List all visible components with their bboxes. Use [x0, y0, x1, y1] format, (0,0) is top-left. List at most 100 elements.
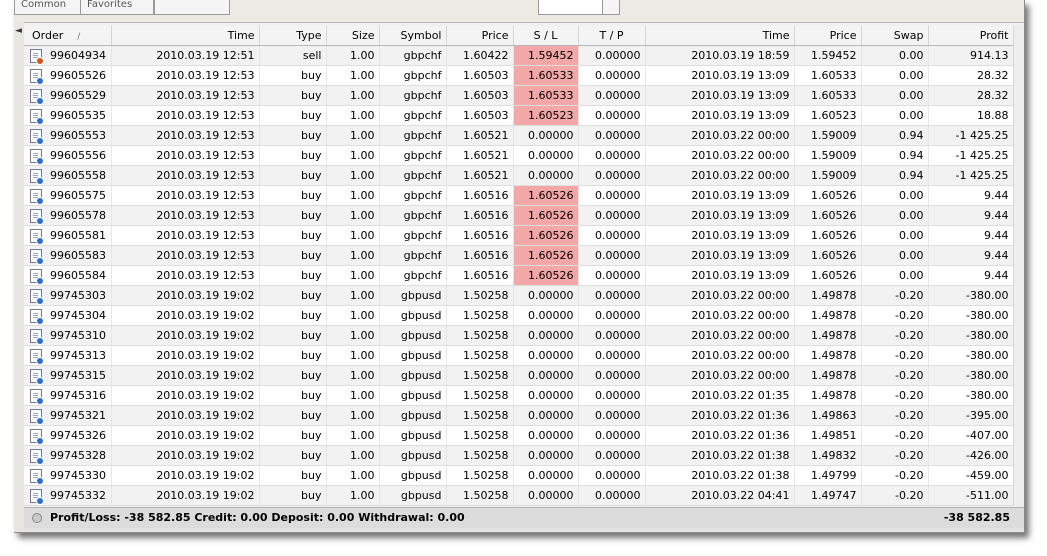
- header-col-symbol[interactable]: Symbol: [379, 26, 447, 46]
- vertical-scrollbar[interactable]: [1013, 26, 1024, 506]
- header-col-size[interactable]: Size: [326, 26, 380, 46]
- header-col-open-time[interactable]: Time: [111, 26, 260, 46]
- tab-common[interactable]: Common: [14, 0, 82, 15]
- header-col-sl[interactable]: S / L: [513, 26, 579, 46]
- table-row[interactable]: 99605558 2010.03.19 12:53 buy 1.00 gbpchf 1.6…: [24, 165, 1014, 186]
- cell-swap: -0.20: [861, 285, 929, 306]
- cell-size: 1.00: [326, 185, 380, 206]
- table-row[interactable]: 99745330 2010.03.19 19:02 buy 1.00 gbpusd 1.5…: [24, 465, 1014, 486]
- table-row[interactable]: 99745313 2010.03.19 19:02 buy 1.00 gbpusd 1.5…: [24, 345, 1014, 366]
- cell-swap: 0.94: [861, 125, 929, 146]
- horizontal-scrollbar[interactable]: [24, 528, 1024, 532]
- table-row[interactable]: 99604934 2010.03.19 12:51 sell 1.00 gbpchf 1.…: [24, 45, 1014, 66]
- cell-sl: 0.00000: [513, 365, 579, 386]
- table-row[interactable]: 99605575 2010.03.19 12:53 buy 1.00 gbpchf 1.6…: [24, 185, 1014, 206]
- table-row[interactable]: 99605535 2010.03.19 12:53 buy 1.00 gbpchf 1.6…: [24, 105, 1014, 126]
- order-number: 99605583: [50, 248, 106, 262]
- table-row[interactable]: 99605581 2010.03.19 12:53 buy 1.00 gbpchf 1.6…: [24, 225, 1014, 246]
- table-row[interactable]: 99745315 2010.03.19 19:02 buy 1.00 gbpusd 1.5…: [24, 365, 1014, 386]
- status-summary: Profit/Loss: -38 582.85 Credit: 0.00 Dep…: [50, 511, 465, 524]
- cell-type: buy: [259, 65, 327, 86]
- header-col-type[interactable]: Type: [259, 26, 327, 46]
- cell-close-price: 1.60533: [794, 85, 862, 106]
- cell-open-time: 2010.03.19 12:53: [111, 265, 260, 286]
- tab-favorites[interactable]: Favorites: [80, 0, 154, 15]
- cell-order: 99605575: [24, 185, 112, 206]
- cell-open-price: 1.60516: [446, 245, 514, 266]
- cell-profit: -1 425.25: [928, 145, 1014, 166]
- cell-close-price: 1.60533: [794, 65, 862, 86]
- table-row[interactable]: 99745303 2010.03.19 19:02 buy 1.00 gbpusd 1.5…: [24, 285, 1014, 306]
- cell-sl: 0.00000: [513, 125, 579, 146]
- cell-close-price: 1.49878: [794, 285, 862, 306]
- header-col-swap[interactable]: Swap: [861, 26, 929, 46]
- cell-size: 1.00: [326, 65, 380, 86]
- cell-open-time: 2010.03.19 19:02: [111, 445, 260, 466]
- document-icon: [30, 188, 44, 205]
- cell-sl: 1.60526: [513, 185, 579, 206]
- cell-symbol: gbpusd: [379, 445, 447, 466]
- table-row[interactable]: 99605583 2010.03.19 12:53 buy 1.00 gbpchf 1.6…: [24, 245, 1014, 266]
- cell-symbol: gbpchf: [379, 265, 447, 286]
- cell-symbol: gbpchf: [379, 85, 447, 106]
- cell-size: 1.00: [326, 485, 380, 506]
- table-row[interactable]: 99745321 2010.03.19 19:02 buy 1.00 gbpusd 1.5…: [24, 405, 1014, 426]
- cell-type: buy: [259, 205, 327, 226]
- cell-swap: 0.00: [861, 45, 929, 66]
- cell-tp: 0.00000: [578, 245, 646, 266]
- cell-profit: 28.32: [928, 85, 1014, 106]
- cell-profit: -380.00: [928, 285, 1014, 306]
- cell-sl: 1.60523: [513, 105, 579, 126]
- cell-open-price: 1.50258: [446, 465, 514, 486]
- header-col-close-time[interactable]: Time: [645, 26, 795, 46]
- table-row[interactable]: 99745326 2010.03.19 19:02 buy 1.00 gbpusd 1.5…: [24, 425, 1014, 446]
- cell-sl: 1.60526: [513, 265, 579, 286]
- cell-open-time: 2010.03.19 12:53: [111, 245, 260, 266]
- table-row[interactable]: 99745310 2010.03.19 19:02 buy 1.00 gbpusd 1.5…: [24, 325, 1014, 346]
- cell-close-price: 1.49878: [794, 365, 862, 386]
- cell-type: sell: [259, 45, 327, 66]
- table-row[interactable]: 99605553 2010.03.19 12:53 buy 1.00 gbpchf 1.6…: [24, 125, 1014, 146]
- cell-open-time: 2010.03.19 19:02: [111, 345, 260, 366]
- table-row[interactable]: 99745332 2010.03.19 19:02 buy 1.00 gbpusd 1.5…: [24, 485, 1014, 506]
- cell-open-price: 1.50258: [446, 445, 514, 466]
- table-row[interactable]: 99605584 2010.03.19 12:53 buy 1.00 gbpchf 1.6…: [24, 265, 1014, 286]
- cell-close-time: 2010.03.19 13:09: [645, 65, 795, 86]
- table-row[interactable]: 99745316 2010.03.19 19:02 buy 1.00 gbpusd 1.5…: [24, 385, 1014, 406]
- cell-profit: 9.44: [928, 205, 1014, 226]
- table-row[interactable]: 99745304 2010.03.19 19:02 buy 1.00 gbpusd 1.5…: [24, 305, 1014, 326]
- cell-type: buy: [259, 225, 327, 246]
- cell-type: buy: [259, 265, 327, 286]
- cell-sl: 0.00000: [513, 385, 579, 406]
- header-col-order[interactable]: Order /: [24, 26, 112, 46]
- cell-close-time: 2010.03.22 00:00: [645, 165, 795, 186]
- table-row[interactable]: 99605526 2010.03.19 12:53 buy 1.00 gbpchf 1.6…: [24, 65, 1014, 86]
- cell-sl: 0.00000: [513, 405, 579, 426]
- header-col-tp[interactable]: T / P: [578, 26, 646, 46]
- header-col-profit[interactable]: Profit: [928, 26, 1014, 46]
- table-row[interactable]: 99605578 2010.03.19 12:53 buy 1.00 gbpchf 1.6…: [24, 205, 1014, 226]
- table-row[interactable]: 99745328 2010.03.19 19:02 buy 1.00 gbpusd 1.5…: [24, 445, 1014, 466]
- cell-size: 1.00: [326, 305, 380, 326]
- cell-order: 99604934: [24, 45, 112, 66]
- tab-blank[interactable]: [154, 0, 230, 15]
- header-col-open-price[interactable]: Price: [446, 26, 514, 46]
- cell-profit: -380.00: [928, 385, 1014, 406]
- cell-open-price: 1.50258: [446, 285, 514, 306]
- cell-close-time: 2010.03.22 01:38: [645, 465, 795, 486]
- header-col-close-price[interactable]: Price: [794, 26, 862, 46]
- cell-close-price: 1.60526: [794, 205, 862, 226]
- cell-swap: -0.20: [861, 465, 929, 486]
- document-icon: [30, 308, 44, 325]
- cell-tp: 0.00000: [578, 45, 646, 66]
- order-number: 99745321: [50, 408, 106, 422]
- cell-symbol: gbpchf: [379, 225, 447, 246]
- cell-tp: 0.00000: [578, 285, 646, 306]
- cell-order: 99745310: [24, 325, 112, 346]
- table-row[interactable]: 99605529 2010.03.19 12:53 buy 1.00 gbpchf 1.6…: [24, 85, 1014, 106]
- chevron-left-icon[interactable]: ◄: [15, 26, 22, 36]
- document-icon: [30, 88, 44, 105]
- order-number: 99605526: [50, 68, 106, 82]
- table-row[interactable]: 99605556 2010.03.19 12:53 buy 1.00 gbpchf 1.6…: [24, 145, 1014, 166]
- cell-type: buy: [259, 85, 327, 106]
